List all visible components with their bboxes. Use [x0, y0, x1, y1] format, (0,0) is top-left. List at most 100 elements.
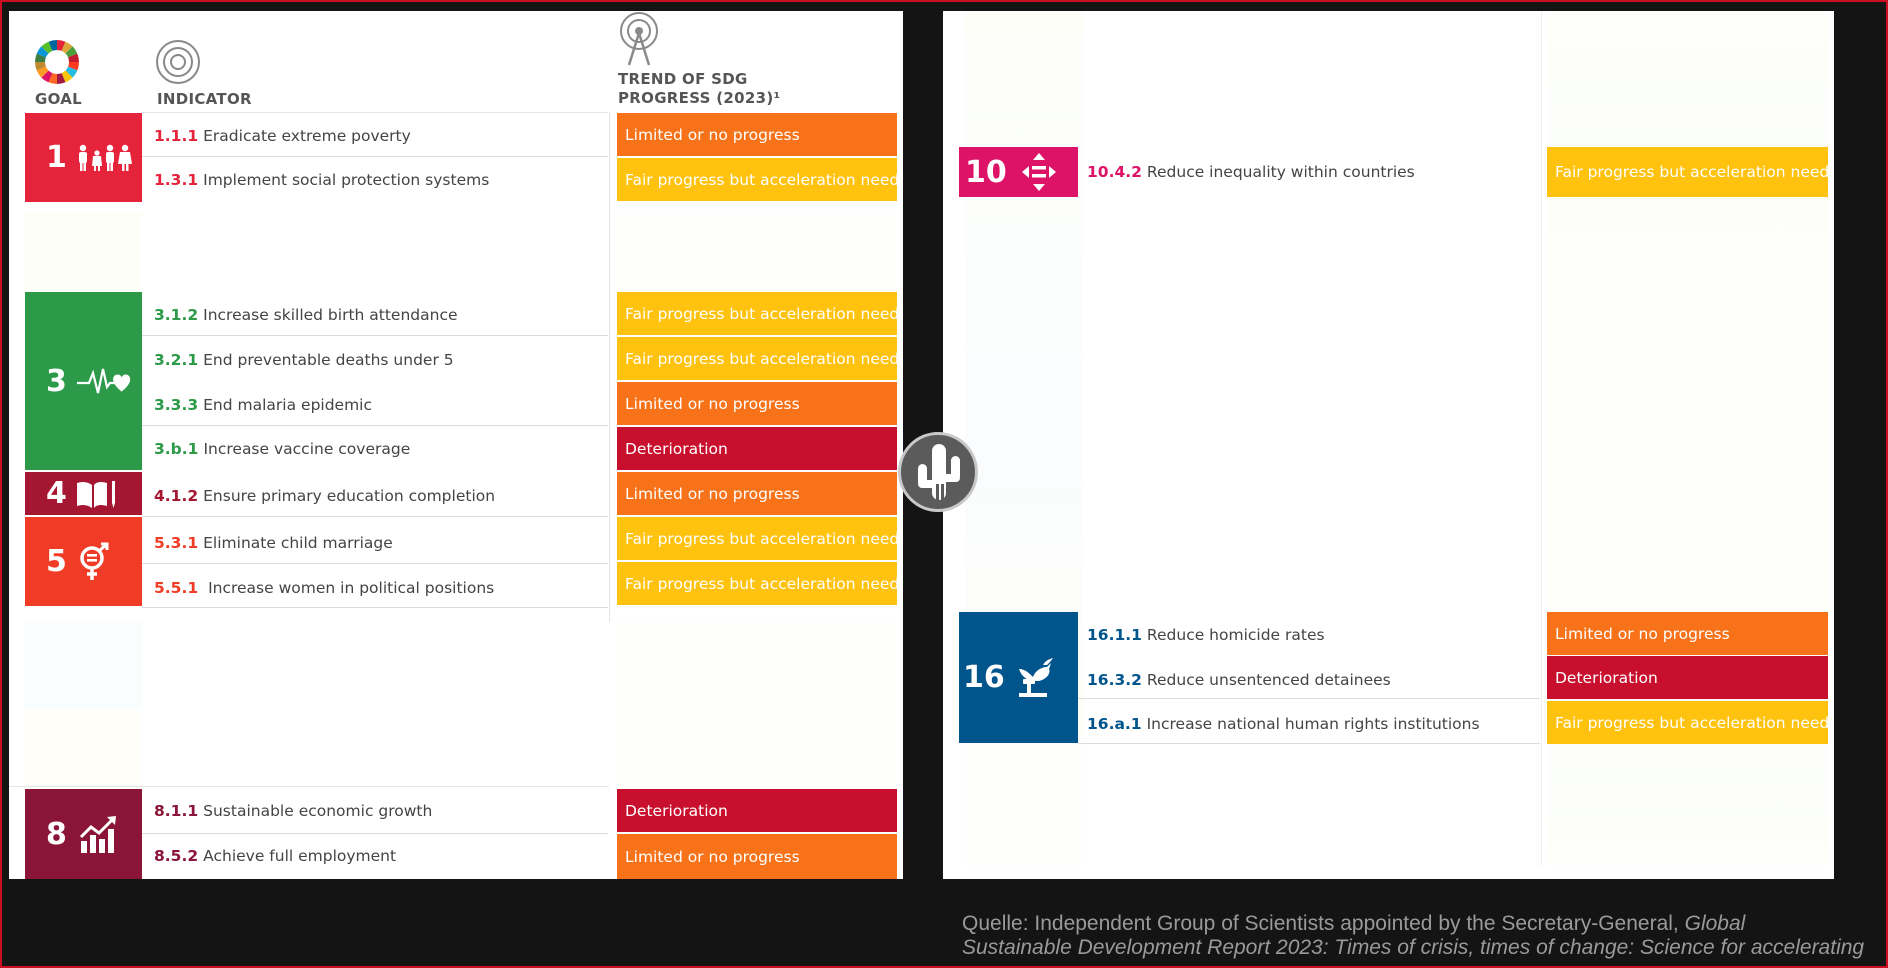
indicator-row-8-1-1: 8.1.1 Sustainable economic growth — [154, 800, 432, 822]
column-divider — [1541, 11, 1542, 866]
status-cell-3-2-1: Fair progress but acceleration needed — [617, 337, 903, 380]
indicator-text: Eliminate child marriage — [203, 534, 393, 552]
status-cell-10-4-2: Fair progress but acceleration needed — [1547, 147, 1834, 197]
indicator-row-4-1-2: 4.1.2 Ensure primary education completio… — [154, 485, 495, 507]
indicator-code: 3.1.2 — [154, 306, 199, 324]
source-line-2: Sustainable Development Report 2023: Tim… — [962, 936, 1888, 960]
goal-16-tile: 16 — [959, 612, 1078, 743]
goal-1-number: 1 — [46, 140, 67, 175]
goal-8-number: 8 — [46, 816, 67, 852]
status-cell-3-3-3: Limited or no progress — [617, 382, 897, 425]
indicator-row-5-5-1: 5.5.1 Increase women in political positi… — [154, 577, 494, 599]
target-icon — [154, 38, 202, 86]
indicator-row-10-4-2: 10.4.2 Reduce inequality within countrie… — [1087, 161, 1415, 183]
indicator-text: Increase national human rights instituti… — [1146, 715, 1480, 733]
indicator-text: Increase skilled birth attendance — [203, 306, 458, 324]
source-prefix: Quelle: Independent Group of Scientists … — [962, 912, 1685, 935]
indicator-text: End preventable deaths under 5 — [203, 351, 454, 369]
indicator-code: 3.3.3 — [154, 396, 199, 414]
goal-8-tile: 8 — [25, 789, 142, 879]
status-cell-1-3-1: Fair progress but acceleration needed — [617, 158, 903, 201]
status-cell-1-1-1: Limited or no progress — [617, 113, 897, 156]
indicator-row-3-3-3: 3.3.3 End malaria epidemic — [154, 394, 372, 416]
indicator-text: Ensure primary education completion — [203, 487, 496, 505]
goal-1-tile: 1 — [25, 113, 142, 202]
goal-5-number: 5 — [46, 544, 67, 579]
growth-chart-icon — [79, 815, 119, 853]
source-title-part2: Sustainable Development Report 2023: Tim… — [962, 936, 1865, 959]
status-cell-8-1-1: Deterioration — [617, 789, 897, 832]
faded-status-cell — [618, 213, 896, 301]
faded-goal-row — [24, 213, 142, 301]
column-divider — [609, 112, 610, 622]
indicator-row-16-1-1: 16.1.1 Reduce homicide rates — [1087, 624, 1325, 646]
indicator-text: Sustainable economic growth — [203, 802, 433, 820]
trend-column-header: TREND OF SDG PROGRESS (2023)¹ — [618, 70, 780, 108]
indicator-row-3-1-2: 3.1.2 Increase skilled birth attendance — [154, 304, 458, 326]
indicator-text: Reduce homicide rates — [1146, 626, 1325, 644]
indicator-row-16-a-1: 16.a.1 Increase national human rights in… — [1087, 713, 1480, 735]
status-cell-8-5-2: Limited or no progress — [617, 834, 897, 879]
indicator-column-header: INDICATOR — [157, 90, 252, 108]
indicator-code: 3.b.1 — [154, 440, 199, 458]
gender-equality-icon — [79, 542, 111, 582]
indicator-text: Implement social protection systems — [203, 171, 490, 189]
row-divider — [1078, 743, 1540, 744]
right-table-panel: 10 10.4.2 Reduce inequality within count… — [943, 11, 1834, 879]
status-cell-3-1-2: Fair progress but acceleration needed — [617, 292, 903, 335]
goal-4-tile: 4 — [25, 472, 142, 515]
dove-gavel-icon — [1013, 657, 1057, 699]
row-divider — [142, 563, 608, 564]
goal-4-number: 4 — [46, 476, 67, 511]
source-caption: Quelle: Independent Group of Scientists … — [962, 912, 1888, 960]
indicator-text: Eradicate extreme poverty — [203, 127, 411, 145]
status-cell-4-1-2: Limited or no progress — [617, 472, 897, 515]
indicator-code: 4.1.2 — [154, 487, 199, 505]
indicator-row-8-5-2: 8.5.2 Achieve full employment — [154, 845, 396, 867]
goal-10-number: 10 — [965, 154, 1007, 190]
indicator-text: Reduce inequality within countries — [1146, 163, 1415, 181]
row-divider — [142, 516, 608, 517]
status-cell-5-3-1: Fair progress but acceleration needed — [617, 517, 903, 560]
goal-5-tile: 5 — [25, 517, 142, 606]
signal-tower-icon — [615, 11, 663, 66]
indicator-code: 5.3.1 — [154, 534, 199, 552]
indicator-code: 16.3.2 — [1087, 671, 1142, 689]
goal-16-number: 16 — [963, 660, 1005, 695]
indicator-row-1-3-1: 1.3.1 Implement social protection system… — [154, 169, 489, 191]
row-divider — [142, 425, 608, 426]
status-cell-16-1-1: Limited or no progress — [1547, 612, 1828, 655]
indicator-code: 8.5.2 — [154, 847, 199, 865]
indicator-text: Reduce unsentenced detainees — [1146, 671, 1391, 689]
indicator-code: 3.2.1 — [154, 351, 199, 369]
status-cell-16-a-1: Fair progress but acceleration needed — [1547, 701, 1834, 744]
indicator-row-1-1-1: 1.1.1 Eradicate extreme poverty — [154, 125, 411, 147]
book-pencil-icon — [75, 478, 119, 510]
indicator-row-5-3-1: 5.3.1 Eliminate child marriage — [154, 532, 393, 554]
indicator-row-3-b-1: 3.b.1 Increase vaccine coverage — [154, 438, 410, 460]
row-divider — [142, 607, 608, 608]
row-divider — [9, 786, 609, 787]
faded-status-cell — [618, 621, 896, 799]
row-divider — [142, 156, 608, 157]
indicator-code: 5.5.1 — [154, 579, 199, 597]
row-divider — [142, 112, 608, 113]
cactus-logo-icon[interactable] — [898, 432, 978, 512]
goal-3-number: 3 — [46, 363, 67, 399]
family-icon — [77, 144, 135, 172]
indicator-row-3-2-1: 3.2.1 End preventable deaths under 5 — [154, 349, 454, 371]
row-divider — [142, 833, 608, 834]
faded-goal-row — [24, 621, 142, 709]
row-divider — [142, 335, 608, 336]
goal-10-tile: 10 — [959, 147, 1078, 197]
indicator-text: End malaria epidemic — [203, 396, 373, 414]
status-cell-16-3-2: Deterioration — [1547, 656, 1828, 699]
source-line-1: Quelle: Independent Group of Scientists … — [962, 912, 1888, 936]
indicator-code: 16.1.1 — [1087, 626, 1142, 644]
sdg-wheel-icon — [33, 38, 81, 86]
indicator-code: 1.1.1 — [154, 127, 199, 145]
heartbeat-icon — [76, 365, 131, 397]
status-cell-3-b-1: Deterioration — [617, 427, 897, 470]
source-title-part1: Global — [1684, 912, 1746, 935]
indicator-row-16-3-2: 16.3.2 Reduce unsentenced detainees — [1087, 669, 1391, 691]
